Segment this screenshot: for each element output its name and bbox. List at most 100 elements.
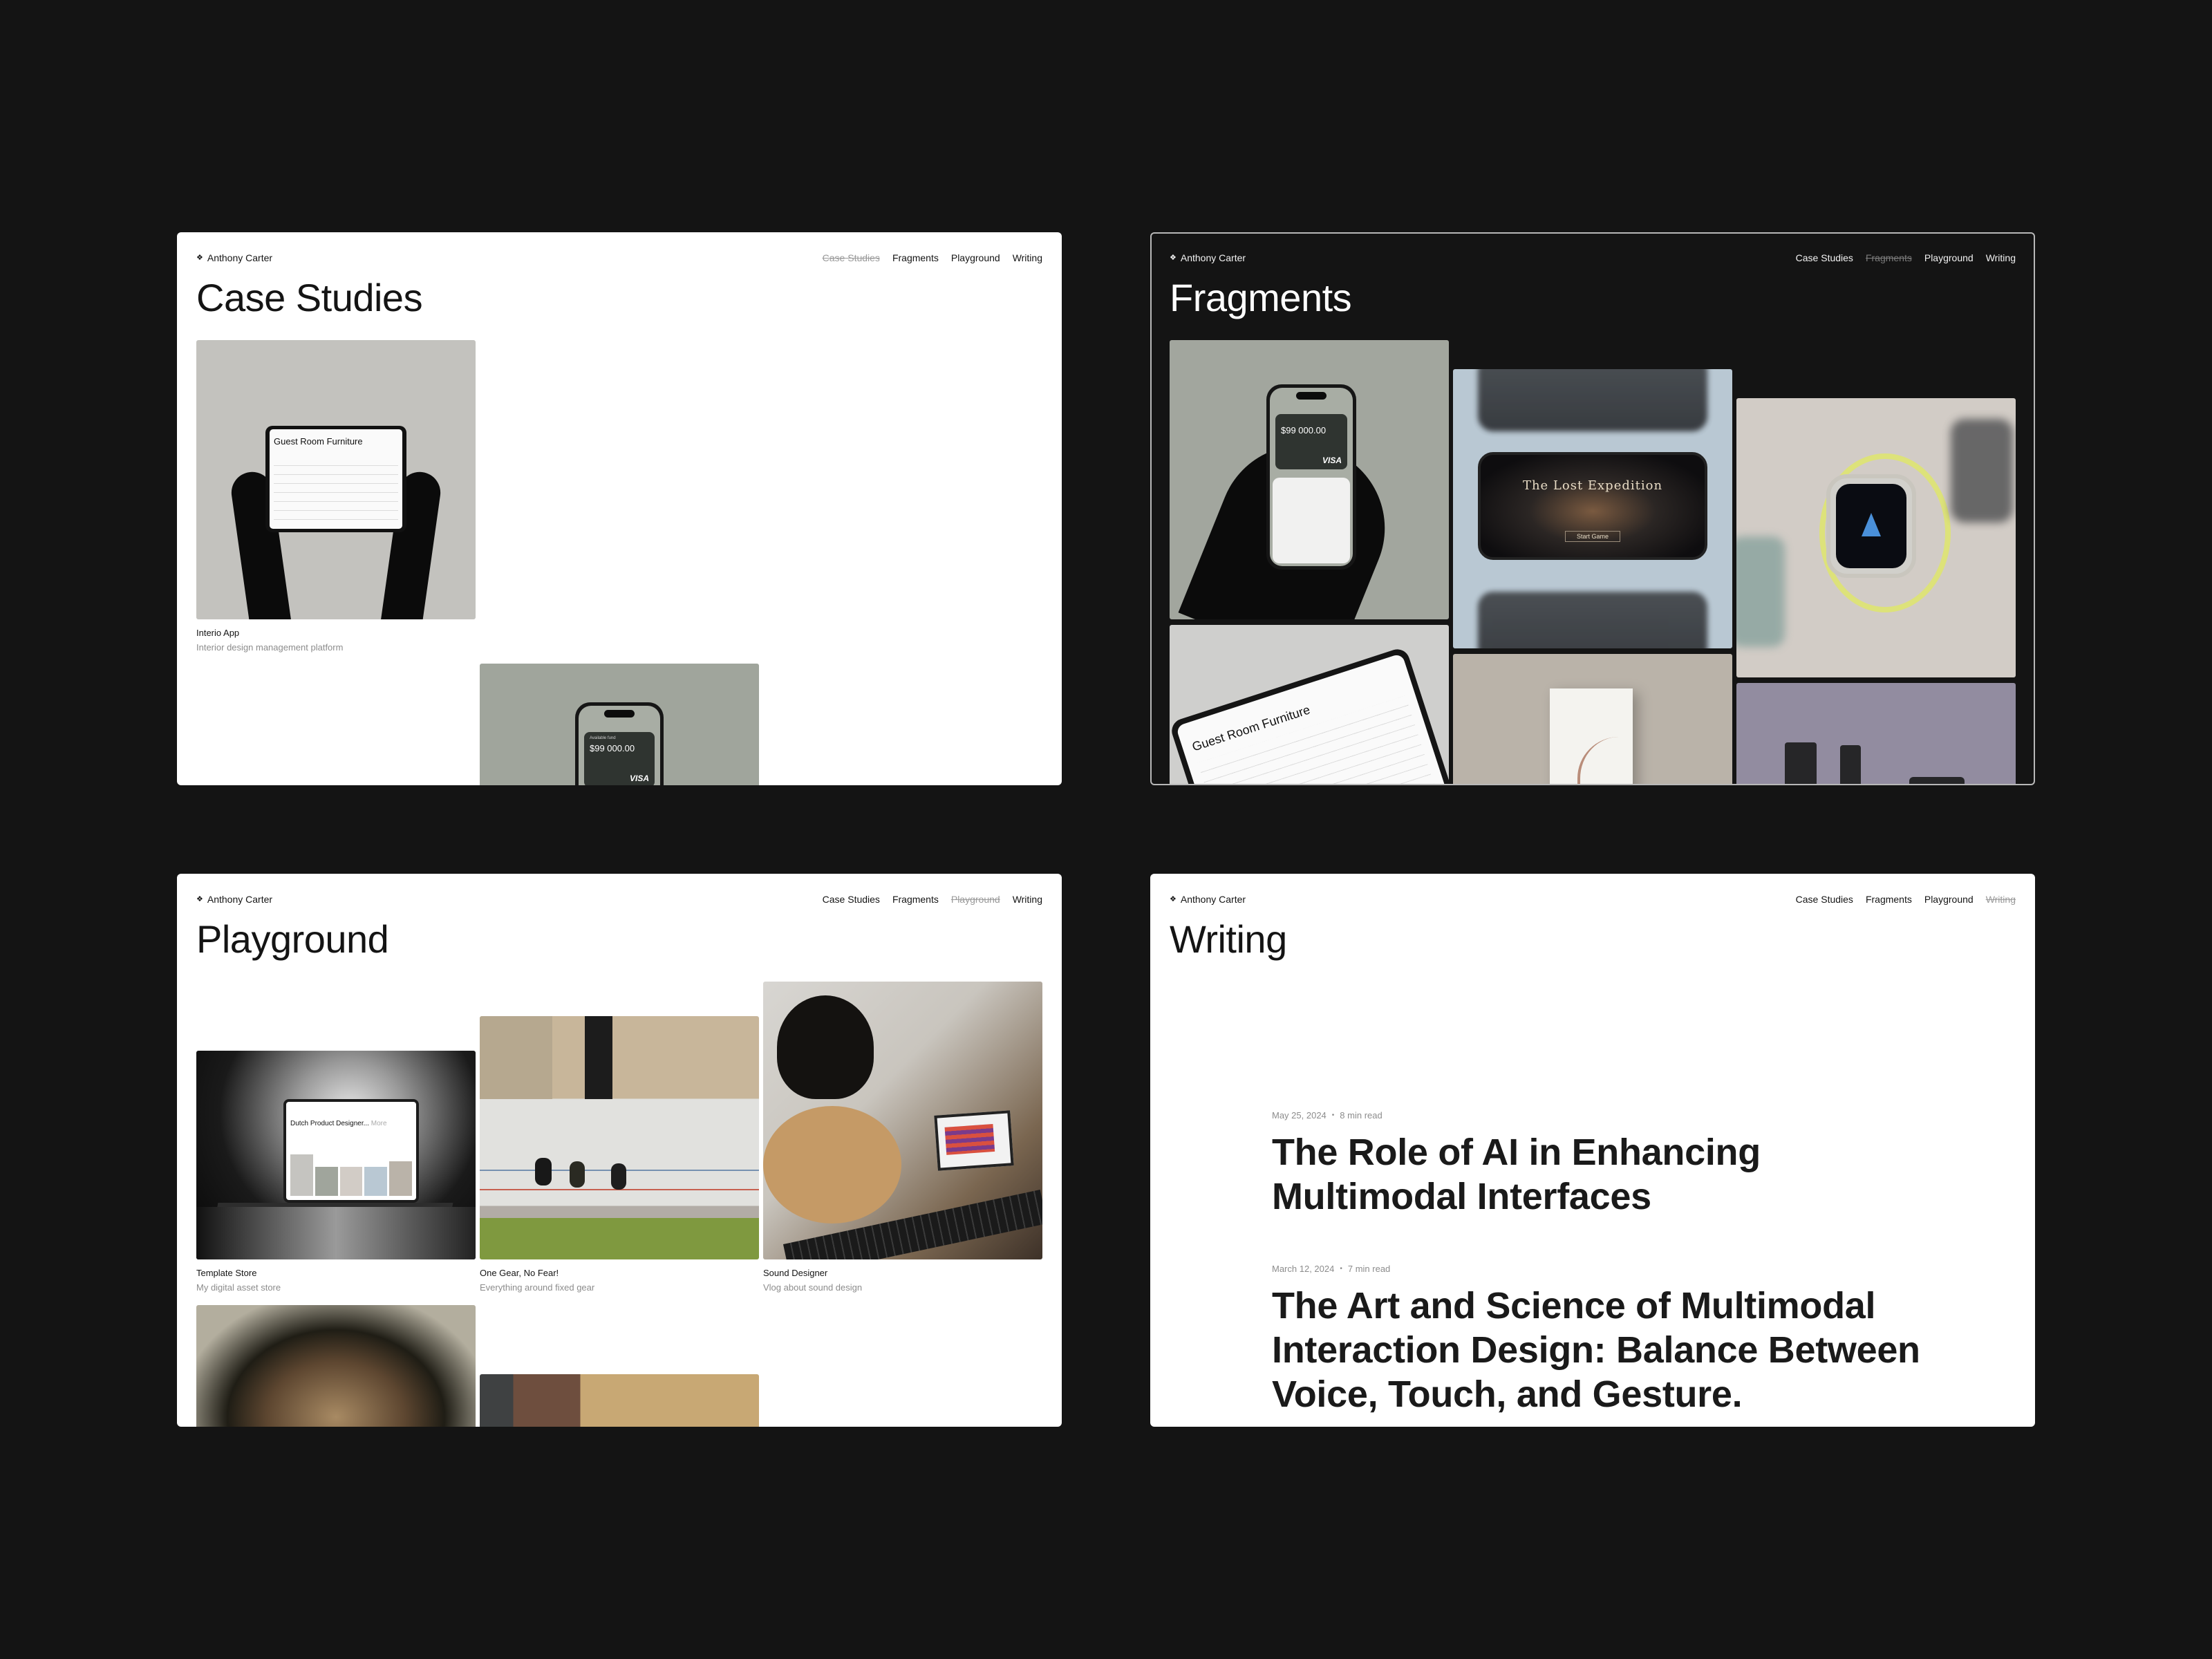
playground-card[interactable] bbox=[196, 1305, 476, 1427]
brand-name: Anthony Carter bbox=[207, 252, 273, 263]
fund-amount: $99 000.00 bbox=[1281, 425, 1327, 435]
four-petal-flower-icon: ❖ bbox=[196, 894, 203, 903]
page-title: Fragments bbox=[1170, 276, 1352, 319]
separator-dot: • bbox=[1331, 1112, 1335, 1119]
start-game-button: Start Game bbox=[1564, 531, 1621, 542]
case-study-card[interactable]: Available fund $99 000.00 VISA bbox=[480, 664, 759, 785]
screen-title-text: Dutch Product Designer... bbox=[290, 1120, 369, 1127]
nav-fragments[interactable]: Fragments bbox=[892, 252, 939, 263]
playground-card[interactable]: Sound Designer Vlog about sound design bbox=[763, 982, 1042, 1293]
nav-fragments[interactable]: Fragments bbox=[892, 894, 939, 905]
post-item[interactable]: May 25, 2024 • 8 min read The Role of AI… bbox=[1272, 1110, 1963, 1219]
case-study-card[interactable]: Guest Room Furniture Interio App Interio… bbox=[196, 340, 476, 653]
page-title: Writing bbox=[1170, 917, 1287, 961]
blurred-phone bbox=[1478, 592, 1707, 648]
track-cyclists-image bbox=[480, 1016, 759, 1259]
guitar bbox=[763, 1106, 901, 1224]
visa-logo: VISA bbox=[629, 774, 649, 783]
book-cover bbox=[1550, 688, 1633, 784]
nav-case-studies[interactable]: Case Studies bbox=[823, 252, 880, 263]
card-subtitle: Everything around fixed gear bbox=[480, 1282, 595, 1293]
four-petal-flower-icon: ❖ bbox=[196, 253, 203, 262]
phone-device: $99 000.00 VISA bbox=[1266, 384, 1356, 570]
nav-playground[interactable]: Playground bbox=[951, 894, 1000, 905]
fragment-tile-watch[interactable] bbox=[1736, 398, 2016, 677]
playground-card[interactable]: Dutch Product Designer... More Template … bbox=[196, 1051, 476, 1293]
nav-fragments[interactable]: Fragments bbox=[1866, 894, 1912, 905]
laptop-screen-title: Dutch Product Designer... More bbox=[290, 1120, 387, 1127]
post-date: May 25, 2024 bbox=[1272, 1110, 1327, 1121]
fragments-panel: ❖ Anthony Carter Case Studies Fragments … bbox=[1150, 232, 2035, 785]
fragment-tile-bottles[interactable] bbox=[1736, 683, 2016, 784]
nav-writing[interactable]: Writing bbox=[1013, 252, 1042, 263]
post-read-time: 7 min read bbox=[1347, 1264, 1391, 1274]
post-date: March 12, 2024 bbox=[1272, 1264, 1335, 1274]
fragment-tile-book[interactable] bbox=[1453, 654, 1732, 784]
game-title: The Lost Expedition bbox=[1522, 478, 1663, 493]
brand-link[interactable]: ❖ Anthony Carter bbox=[1170, 252, 1246, 263]
brand-link[interactable]: ❖ Anthony Carter bbox=[196, 894, 272, 905]
abstract-painting-image bbox=[480, 1374, 759, 1427]
post-meta: March 12, 2024 • 7 min read bbox=[1272, 1264, 1963, 1274]
main-nav: Case Studies Fragments Playground Writin… bbox=[823, 252, 1042, 263]
nav-writing[interactable]: Writing bbox=[1013, 894, 1042, 905]
nav-fragments[interactable]: Fragments bbox=[1866, 252, 1912, 263]
fund-amount: $99 000.00 bbox=[590, 743, 635, 753]
fund-label: Available fund bbox=[590, 736, 616, 740]
hair bbox=[777, 995, 874, 1099]
visa-logo: VISA bbox=[1322, 456, 1342, 465]
brand-link[interactable]: ❖ Anthony Carter bbox=[196, 252, 272, 263]
four-petal-flower-icon: ❖ bbox=[1170, 894, 1177, 903]
card-title: Sound Designer bbox=[763, 1268, 828, 1278]
fragment-tile-phone-hand[interactable]: $99 000.00 VISA bbox=[1170, 340, 1449, 619]
nav-case-studies[interactable]: Case Studies bbox=[1796, 252, 1853, 263]
brand-name: Anthony Carter bbox=[1180, 894, 1246, 905]
mural-figure bbox=[585, 1016, 612, 1099]
post-title[interactable]: The Role of AI in Enhancing Multimodal I… bbox=[1272, 1130, 1797, 1219]
hands-holding-tablet-image: Guest Room Furniture bbox=[196, 340, 476, 619]
card-subtitle: My digital asset store bbox=[196, 1282, 281, 1293]
writing-panel: ❖ Anthony Carter Case Studies Fragments … bbox=[1150, 874, 2035, 1427]
card-subtitle: Vlog about sound design bbox=[763, 1282, 863, 1293]
bottle bbox=[1785, 742, 1817, 784]
nav-case-studies[interactable]: Case Studies bbox=[823, 894, 880, 905]
laptop bbox=[934, 1110, 1014, 1171]
site-header: ❖ Anthony Carter Case Studies Fragments … bbox=[196, 246, 1042, 270]
card-title: Interio App bbox=[196, 628, 240, 638]
tablet-device: Guest Room Furniture bbox=[1170, 646, 1449, 784]
building bbox=[480, 1016, 552, 1099]
nav-playground[interactable]: Playground bbox=[951, 252, 1000, 263]
case-studies-panel: ❖ Anthony Carter Case Studies Fragments … bbox=[177, 232, 1062, 785]
page-title: Playground bbox=[196, 917, 389, 961]
cyclist bbox=[570, 1161, 585, 1188]
nav-case-studies[interactable]: Case Studies bbox=[1796, 894, 1853, 905]
tablet-device: Guest Room Furniture bbox=[265, 426, 406, 532]
fragment-tile-tablet[interactable]: Guest Room Furniture bbox=[1170, 625, 1449, 784]
brand-name: Anthony Carter bbox=[207, 894, 273, 905]
phone-game-screen: The Lost Expedition Start Game bbox=[1478, 452, 1707, 560]
nav-playground[interactable]: Playground bbox=[1924, 252, 1974, 263]
post-title[interactable]: The Art and Science of Multimodal Intera… bbox=[1272, 1284, 1949, 1416]
separator-dot: • bbox=[1340, 1265, 1342, 1273]
jar bbox=[1909, 777, 1965, 784]
post-read-time: 8 min read bbox=[1340, 1110, 1382, 1121]
cyclist bbox=[535, 1158, 552, 1185]
screen-more-text: More bbox=[371, 1120, 387, 1127]
site-header: ❖ Anthony Carter Case Studies Fragments … bbox=[1170, 246, 2016, 270]
nav-writing[interactable]: Writing bbox=[1986, 252, 2016, 263]
brand-name: Anthony Carter bbox=[1180, 252, 1246, 263]
fragment-tile-game[interactable]: The Lost Expedition Start Game bbox=[1453, 369, 1732, 648]
brand-link[interactable]: ❖ Anthony Carter bbox=[1170, 894, 1246, 905]
playground-card[interactable] bbox=[480, 1374, 759, 1427]
nav-playground[interactable]: Playground bbox=[1924, 894, 1974, 905]
post-item[interactable]: March 12, 2024 • 7 min read The Art and … bbox=[1272, 1264, 1963, 1416]
nav-writing[interactable]: Writing bbox=[1986, 894, 2016, 905]
card-title: Template Store bbox=[196, 1268, 257, 1278]
tablet-screen-title: Guest Room Furniture bbox=[274, 436, 363, 447]
playground-panel: ❖ Anthony Carter Case Studies Fragments … bbox=[177, 874, 1062, 1427]
playground-card[interactable]: One Gear, No Fear! Everything around fix… bbox=[480, 1016, 759, 1293]
portrait-image bbox=[196, 1305, 476, 1427]
card-subtitle: Interior design management platform bbox=[196, 642, 344, 653]
smartwatch bbox=[1826, 474, 1916, 578]
main-nav: Case Studies Fragments Playground Writin… bbox=[1796, 894, 2016, 905]
